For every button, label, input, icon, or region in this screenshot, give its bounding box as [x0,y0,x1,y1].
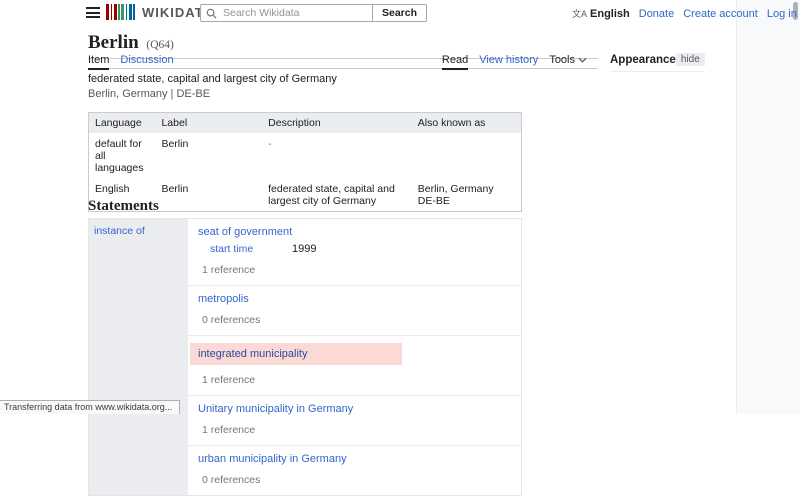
entity-id: (Q64) [146,39,173,51]
chevron-down-icon [578,57,587,63]
column-header-also-known-as: Also known as [412,113,522,134]
language-label: English [590,8,630,20]
tab-tools-menu[interactable]: Tools [549,54,587,69]
references-toggle[interactable]: 1 reference [202,424,513,436]
cell-description: - [262,133,412,178]
references-toggle[interactable]: 0 references [202,474,513,486]
column-header-language: Language [89,113,156,134]
column-header-label: Label [155,113,262,134]
claim-value-link[interactable]: integrated municipality [198,348,307,360]
cell-label: Berlin [155,133,262,178]
search-bar: Search [200,4,427,22]
statements-heading: Statements [88,198,159,215]
entity-description-block: federated state, capital and largest cit… [88,74,337,100]
terms-table-header-row: Language Label Description Also known as [89,113,522,134]
appearance-title: Appearance [610,54,676,66]
browser-status-bar: Transferring data from www.wikidata.org.… [0,400,180,414]
entity-description: federated state, capital and largest cit… [88,74,337,85]
tab-discussion[interactable]: Discussion [120,54,173,69]
terms-table: Language Label Description Also known as… [88,112,522,212]
tab-read[interactable]: Read [442,54,468,69]
alias: Berlin, Germany [418,183,515,195]
language-selector[interactable]: 文A English [572,7,630,20]
claim-value-link[interactable]: Unitary municipality in Germany [198,403,353,415]
cell-description: federated state, capital and largest cit… [262,178,412,212]
cell-also-known-as: Berlin, Germany DE-BE [412,178,522,212]
claim-qualifier: start time 1999 [210,243,513,255]
main-menu-icon[interactable] [86,7,100,18]
tab-item[interactable]: Item [88,54,109,69]
table-row: default for all languages Berlin - [89,133,522,178]
cell-also-known-as [412,133,522,178]
wikidata-logo-barcode-icon [106,4,136,20]
references-toggle[interactable]: 0 references [202,314,513,326]
qualifier-value: 1999 [292,243,316,255]
claim-value-link[interactable]: metropolis [198,293,249,305]
create-account-link[interactable]: Create account [683,8,758,20]
wikidata-logo[interactable]: WIKIDATA [106,4,213,20]
cell-label: Berlin [155,178,262,212]
claim-row: Unitary municipality in Germany 1 refere… [188,396,521,446]
claim-row: urban municipality in Germany 0 referenc… [188,446,521,495]
appearance-panel: Appearance hide [610,53,703,72]
page-right-gutter [736,0,800,414]
claim-value-link[interactable]: seat of government [198,226,292,238]
tab-view-history[interactable]: View history [479,54,538,69]
language-icon: 文A [572,7,587,20]
references-toggle[interactable]: 1 reference [202,264,513,276]
appearance-hide-button[interactable]: hide [676,53,705,66]
tools-label: Tools [549,54,575,66]
header-user-links: 文A English Donate Create account Log in [572,7,797,20]
property-cell: instance of [89,219,188,495]
claim-value-link[interactable]: urban municipality in Germany [198,453,347,465]
qualifier-property-link[interactable]: start time [210,243,292,255]
claim-row-highlighted: integrated municipality 1 reference [188,336,521,396]
references-toggle[interactable]: 1 reference [202,374,513,386]
donate-link[interactable]: Donate [639,8,674,20]
page-tabs: Item Discussion Read View history Tools [88,54,598,69]
log-in-link[interactable]: Log in [767,8,797,20]
column-header-description: Description [262,113,412,134]
search-icon [206,8,217,19]
claim-row: metropolis 0 references [188,286,521,336]
top-bar: WIKIDATA Search 文A English Donate Create… [0,0,736,26]
claim-highlight-band: integrated municipality [190,343,402,365]
property-link-instance-of[interactable]: instance of [94,225,145,237]
claims-list: seat of government start time 1999 1 ref… [188,219,521,495]
search-button[interactable]: Search [372,4,427,22]
alias: DE-BE [418,195,515,207]
search-input[interactable] [200,4,373,22]
entity-aliases: Berlin, Germany | DE-BE [88,89,337,100]
page-title: Berlin [88,32,139,53]
statement-group-instance-of: instance of seat of government start tim… [88,218,522,496]
claim-row: seat of government start time 1999 1 ref… [188,219,521,286]
cell-language: default for all languages [89,133,156,178]
